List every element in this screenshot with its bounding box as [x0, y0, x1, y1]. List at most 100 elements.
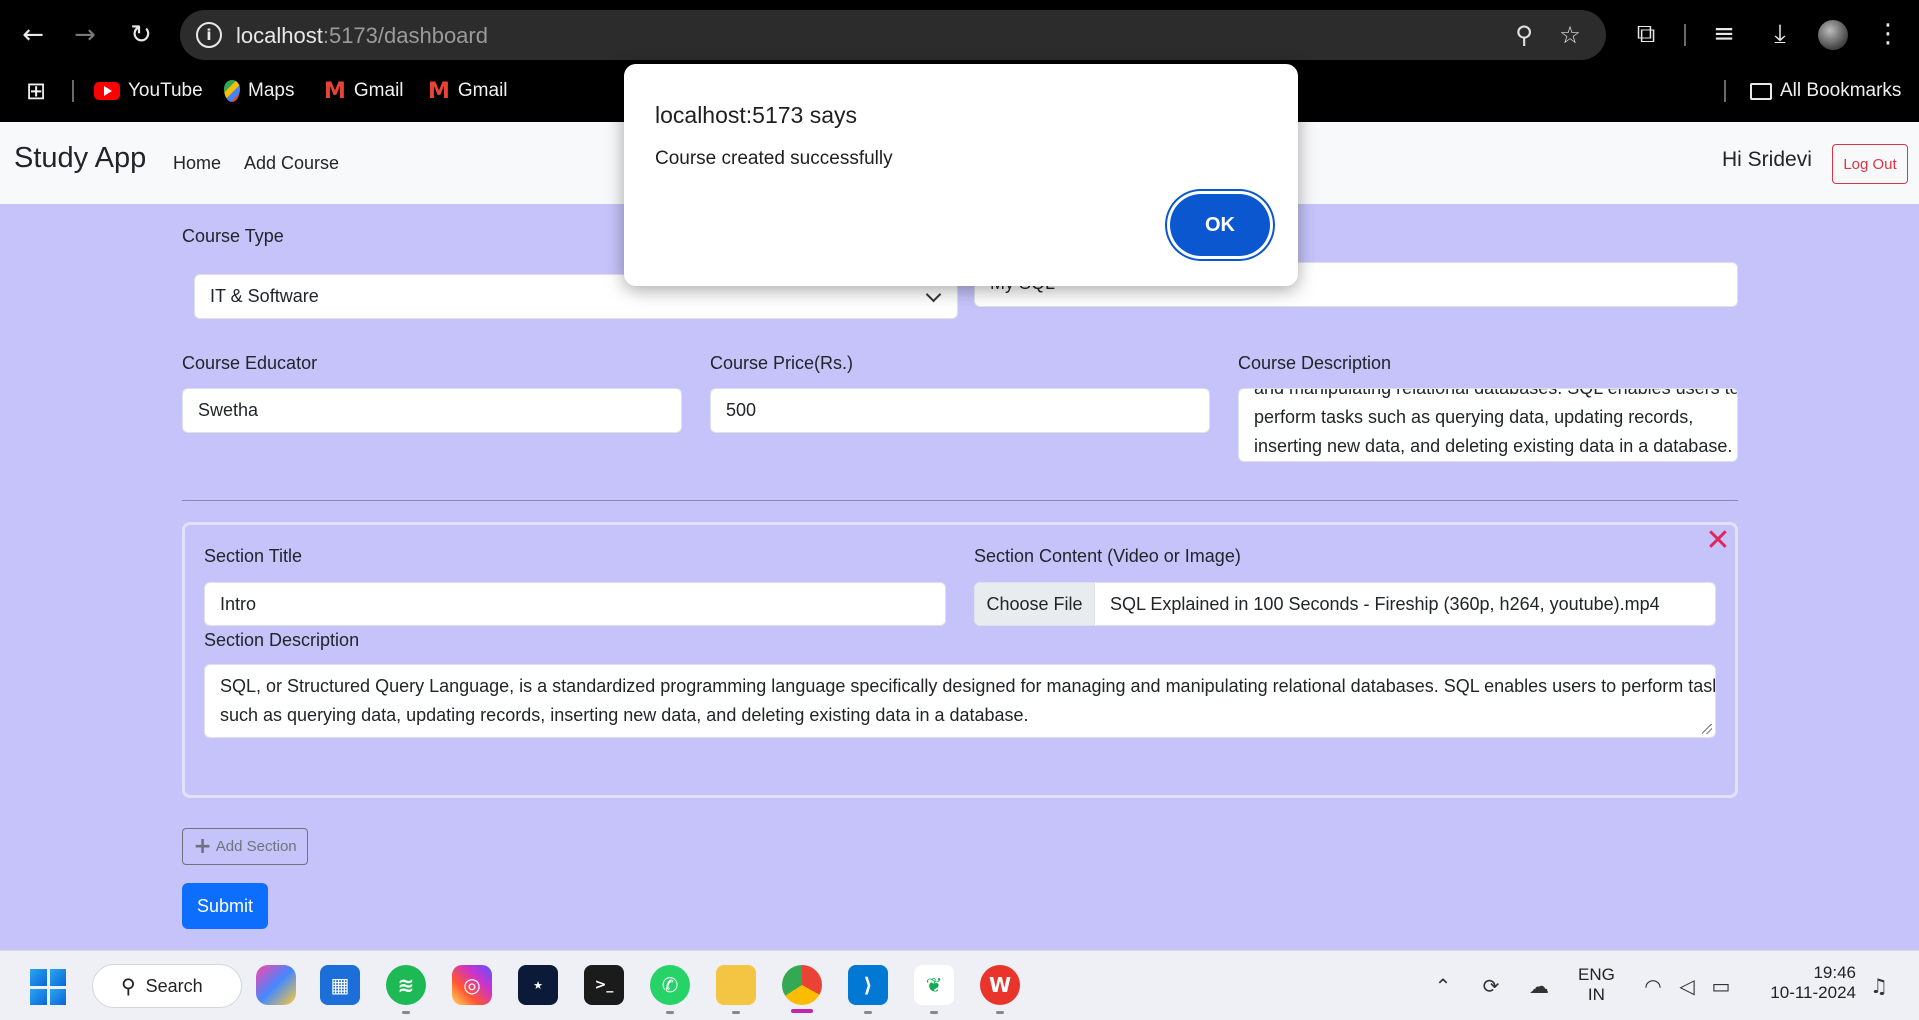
- all-bookmarks-button[interactable]: All Bookmarks: [1750, 78, 1901, 104]
- onedrive-cloud-icon[interactable]: ☁: [1526, 973, 1552, 999]
- wps-office-icon[interactable]: W: [980, 965, 1020, 1005]
- dialog-message: Course created successfully: [655, 148, 893, 169]
- youtube-icon: [94, 82, 120, 100]
- section-title-input[interactable]: Intro: [204, 582, 946, 626]
- clock-date: 10-11-2024: [1770, 983, 1856, 1002]
- bookmark-gmail-2[interactable]: M Gmail: [428, 78, 508, 104]
- taskbar-running-indicator: [732, 1011, 740, 1014]
- bookmark-gmail[interactable]: M Gmail: [324, 78, 404, 104]
- vscode-icon[interactable]: ⟩: [848, 965, 888, 1005]
- all-bookmarks-label: All Bookmarks: [1780, 80, 1902, 101]
- address-bar[interactable]: i localhost:5173/dashboard ⚲ ☆: [180, 10, 1606, 60]
- course-price-input[interactable]: 500: [710, 388, 1210, 433]
- windows-start-icon[interactable]: [30, 969, 66, 1005]
- site-info-icon[interactable]: i: [196, 22, 222, 48]
- bookmark-youtube[interactable]: YouTube: [94, 78, 203, 104]
- chevron-down-icon: [925, 286, 942, 303]
- download-icon[interactable]: ⤓: [1762, 16, 1798, 52]
- section-title-value: Intro: [220, 593, 257, 614]
- add-section-button[interactable]: + Add Section: [182, 828, 308, 865]
- course-price-label: Course Price(Rs.): [710, 353, 854, 373]
- forward-arrow-icon[interactable]: →: [64, 14, 106, 56]
- resize-handle-icon[interactable]: [1702, 724, 1712, 734]
- selected-file-name: SQL Explained in 100 Seconds - Fireship …: [1110, 593, 1660, 614]
- form-divider: [182, 500, 1738, 501]
- star-bookmark-icon[interactable]: ☆: [1556, 21, 1584, 49]
- course-educator-label: Course Educator: [182, 353, 318, 373]
- section-content-label: Section Content (Video or Image): [974, 546, 1241, 566]
- nav-home-link[interactable]: Home: [173, 153, 221, 174]
- choose-file-button[interactable]: Choose File: [975, 583, 1095, 625]
- section-description-line: SQL, or Structured Query Language, is a …: [220, 676, 1716, 696]
- extensions-icon[interactable]: ⧉: [1628, 16, 1664, 52]
- section-description-textarea[interactable]: SQL, or Structured Query Language, is a …: [204, 664, 1716, 738]
- back-arrow-icon[interactable]: ←: [12, 14, 54, 56]
- section-description-label: Section Description: [204, 630, 360, 650]
- instagram-icon[interactable]: ◎: [452, 965, 492, 1005]
- section-card: [182, 522, 1738, 798]
- course-educator-input[interactable]: Swetha: [182, 388, 682, 433]
- file-explorer-icon[interactable]: [716, 965, 756, 1005]
- language-indicator[interactable]: ENG IN: [1578, 965, 1615, 1005]
- section-title-label: Section Title: [204, 546, 303, 566]
- volume-icon[interactable]: ◁: [1674, 973, 1700, 999]
- course-type-value: IT & Software: [210, 286, 319, 306]
- bookmarks-divider: [1724, 80, 1726, 102]
- dialog-title: localhost:5173 says: [655, 102, 858, 128]
- chrome-icon[interactable]: [782, 965, 822, 1005]
- gmail-icon: M: [428, 78, 450, 104]
- section-content-file-input[interactable]: Choose File SQL Explained in 100 Seconds…: [974, 582, 1716, 626]
- taskbar-running-indicator: [864, 1011, 872, 1014]
- whatsapp-icon[interactable]: ✆: [650, 965, 690, 1005]
- nav-add-course-link[interactable]: Add Course: [244, 153, 339, 174]
- menu-kebab-icon[interactable]: ⋮: [1870, 16, 1906, 52]
- taskbar-running-indicator: [666, 1011, 674, 1014]
- taskbar-running-indicator: [402, 1011, 410, 1014]
- course-price-value: 500: [726, 400, 757, 420]
- description-line: and manipulating relational databases. S…: [1254, 388, 1738, 398]
- bookmark-label: Gmail: [353, 80, 404, 101]
- notifications-bell-icon[interactable]: ♫: [1866, 973, 1892, 999]
- url-text[interactable]: localhost:5173/dashboard: [236, 23, 488, 49]
- apps-grid-icon[interactable]: ⊞: [26, 77, 46, 105]
- course-description-textarea[interactable]: and manipulating relational databases. S…: [1238, 388, 1738, 462]
- search-icon: ⚲: [121, 974, 136, 998]
- media-queue-icon[interactable]: ≡: [1706, 16, 1742, 52]
- terminal-icon[interactable]: >_: [584, 965, 624, 1005]
- dialog-ok-button[interactable]: OK: [1170, 194, 1270, 256]
- language-line: ENG: [1578, 965, 1615, 984]
- clock[interactable]: 19:46 10-11-2024: [1760, 963, 1856, 1003]
- tray-chevron-up-icon[interactable]: ⌃: [1430, 973, 1456, 999]
- toolbar-divider: [1684, 24, 1686, 46]
- hotstar-icon[interactable]: ★: [518, 965, 558, 1005]
- plus-icon: +: [193, 834, 212, 859]
- add-section-label: Add Section: [215, 838, 297, 855]
- user-greeting: Hi Sridevi: [1722, 148, 1812, 171]
- reload-icon[interactable]: ↻: [120, 14, 162, 56]
- course-description-label: Course Description: [1238, 353, 1392, 373]
- spotify-icon[interactable]: ≋: [386, 965, 426, 1005]
- copilot-icon[interactable]: [256, 965, 296, 1005]
- taskbar-running-indicator: [996, 1011, 1004, 1014]
- taskbar-running-indicator: [930, 1011, 938, 1014]
- profile-avatar[interactable]: [1818, 20, 1848, 50]
- zoom-icon[interactable]: ⚲: [1510, 21, 1538, 49]
- wifi-icon[interactable]: ◠: [1640, 973, 1666, 999]
- logout-button[interactable]: Log Out: [1832, 144, 1908, 184]
- submit-button[interactable]: Submit: [182, 883, 268, 929]
- bookmark-maps[interactable]: Maps: [224, 78, 294, 104]
- mongodb-icon[interactable]: ❦: [914, 965, 954, 1005]
- taskbar-search[interactable]: ⚲ Search: [92, 964, 242, 1008]
- taskbar-active-indicator: [791, 1009, 813, 1013]
- folder-icon: [1750, 82, 1772, 100]
- app-brand[interactable]: Study App: [14, 142, 146, 175]
- taskbar-search-label: Search: [145, 975, 203, 996]
- battery-icon[interactable]: ▭: [1708, 973, 1734, 999]
- windows-taskbar: ⚲ Search ▦ ≋ ◎ ★ >_ ✆ ⟩ ❦ W ⌃ ⟳ ☁ ENG IN…: [0, 950, 1919, 1020]
- course-educator-value: Swetha: [198, 400, 259, 420]
- bookmark-label: YouTube: [128, 80, 203, 101]
- sync-icon[interactable]: ⟳: [1478, 973, 1504, 999]
- microsoft-store-icon[interactable]: ▦: [320, 965, 360, 1005]
- remove-section-close-icon[interactable]: ✕: [1703, 523, 1733, 558]
- language-line: IN: [1587, 985, 1605, 1004]
